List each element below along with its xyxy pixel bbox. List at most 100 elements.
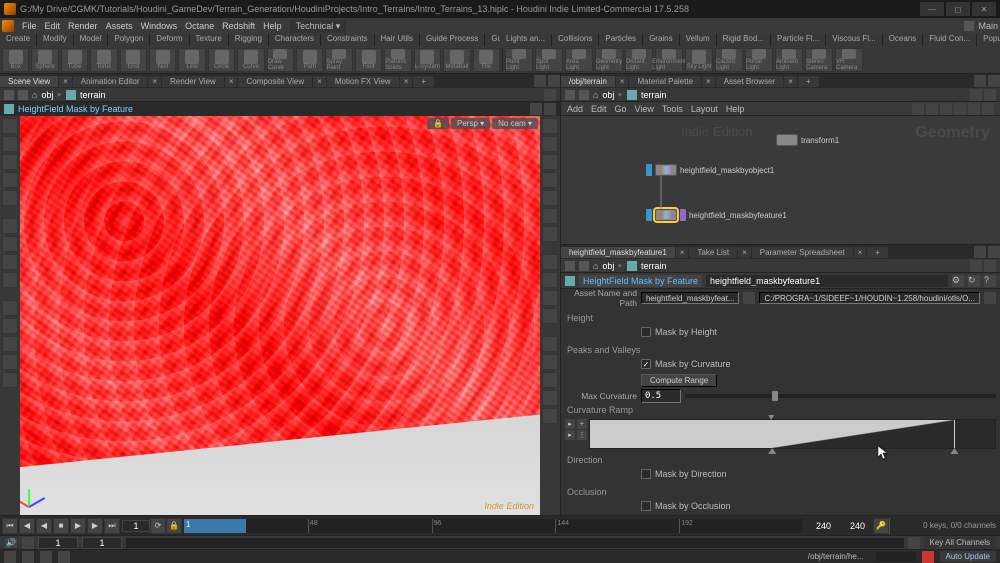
- menu-octane[interactable]: Octane: [185, 21, 214, 31]
- shelf-button[interactable]: Platonic Solids: [384, 48, 411, 72]
- shelf-tab[interactable]: Modify: [37, 34, 74, 46]
- fwd-icon[interactable]: [18, 90, 28, 100]
- prim-num-tool[interactable]: [542, 290, 558, 306]
- snap-multi-tool[interactable]: [2, 272, 18, 288]
- shelf-tab[interactable]: Model: [74, 34, 109, 46]
- net-menu-add[interactable]: Add: [567, 104, 583, 114]
- tab-network-path[interactable]: /obj/terrain: [561, 76, 615, 87]
- ramp-add-icon[interactable]: +: [577, 419, 587, 429]
- net-menu-tools[interactable]: Tools: [662, 104, 683, 114]
- net-find-icon[interactable]: [970, 89, 982, 101]
- shelf-button[interactable]: Caustic Light: [715, 48, 743, 72]
- range-start[interactable]: [38, 537, 78, 549]
- vp-corner-icon[interactable]: [530, 103, 542, 115]
- pane-max-icon[interactable]: [548, 75, 560, 87]
- vp-persp-dropdown[interactable]: Persp ▾: [451, 118, 490, 129]
- ramp-canvas[interactable]: [589, 419, 996, 449]
- mask-by-height-checkbox[interactable]: [641, 327, 651, 337]
- viewport-3d[interactable]: 🔒 Persp ▾ No cam ▾ Indie Edition: [20, 116, 540, 515]
- shelf-tab[interactable]: Constraints: [321, 34, 374, 46]
- timeline-track[interactable]: 1 48 96 144 192: [184, 519, 803, 533]
- display-opt2-tool[interactable]: [542, 408, 558, 424]
- menu-assets[interactable]: Assets: [106, 21, 133, 31]
- node-maskbyobject[interactable]: heightfield_maskbyobject1: [646, 164, 774, 176]
- play-backward-button[interactable]: ◀: [36, 518, 52, 534]
- shelf-tab[interactable]: Collisions: [552, 34, 599, 46]
- params-pin-icon[interactable]: [984, 260, 996, 272]
- menu-windows[interactable]: Windows: [141, 21, 178, 31]
- maximize-button[interactable]: ◻: [946, 2, 970, 16]
- shelf-tab[interactable]: Create: [0, 34, 37, 46]
- display-flag[interactable]: [646, 164, 652, 176]
- net-tool-5[interactable]: [968, 103, 980, 115]
- menu-file[interactable]: File: [22, 21, 37, 31]
- tab-animation-editor[interactable]: Animation Editor: [73, 76, 148, 87]
- pose-tool[interactable]: [2, 190, 18, 206]
- key-button[interactable]: 🔑: [873, 518, 889, 534]
- tab-material-palette[interactable]: Material Palette: [629, 76, 701, 87]
- net-tool-3[interactable]: [940, 103, 952, 115]
- tab-param-spreadsheet[interactable]: Parameter Spreadsheet: [752, 247, 853, 258]
- net-tool-4[interactable]: [954, 103, 966, 115]
- shelf-tab[interactable]: Texture: [190, 34, 229, 46]
- shelf-button[interactable]: Sphere: [31, 48, 58, 72]
- shelf-tab[interactable]: Fluid Con...: [923, 34, 977, 46]
- tab-composite-view[interactable]: Composite View: [238, 76, 312, 87]
- start-frame-input[interactable]: [122, 520, 150, 532]
- shelf-button[interactable]: Distant Light: [625, 48, 653, 72]
- net-menu-help[interactable]: Help: [726, 104, 745, 114]
- shelf-button[interactable]: Torus: [90, 48, 117, 72]
- shelf-tab[interactable]: Polygon: [108, 34, 150, 46]
- lighting-tool[interactable]: [542, 154, 558, 170]
- vp-collapse-icon[interactable]: [544, 103, 556, 115]
- menu-render[interactable]: Render: [68, 21, 98, 31]
- auto-update-dropdown[interactable]: Auto Update: [940, 551, 996, 562]
- display-options-tool[interactable]: [542, 118, 558, 134]
- mask-by-occlusion-checkbox[interactable]: [641, 501, 651, 511]
- ramp-opts-icon[interactable]: ⋮: [577, 430, 587, 440]
- shelf-button[interactable]: Environment Light: [655, 48, 683, 72]
- shelf-tab[interactable]: Grains: [643, 34, 680, 46]
- network-canvas[interactable]: Geometry Indie Edition transform1 height…: [561, 116, 1000, 244]
- move-tool[interactable]: [2, 136, 18, 152]
- tab-render-view[interactable]: Render View: [162, 76, 224, 87]
- path-house-icon[interactable]: ⌂: [32, 90, 37, 100]
- shelf-button[interactable]: Area Light: [565, 48, 593, 72]
- shelf-button[interactable]: Curve: [237, 48, 264, 72]
- shelf-button[interactable]: Circle: [208, 48, 235, 72]
- point-display-tool[interactable]: [542, 254, 558, 270]
- add-network-tab[interactable]: +: [798, 76, 819, 87]
- shelf-tab[interactable]: Hair Utils: [375, 34, 420, 46]
- shelf-button[interactable]: Tube: [61, 48, 88, 72]
- shelf-button[interactable]: VR Camera: [835, 48, 863, 72]
- asset-browse-icon[interactable]: [743, 292, 755, 304]
- tab-params[interactable]: heightfield_maskbyfeature1: [561, 247, 675, 258]
- bg-tool[interactable]: [542, 336, 558, 352]
- back-icon[interactable]: [4, 90, 14, 100]
- shelf-tab[interactable]: Viscous Fl...: [826, 34, 882, 46]
- tab-motionfx-view[interactable]: Motion FX View: [327, 76, 399, 87]
- desktop-dropdown[interactable]: Technical ▾: [290, 20, 347, 33]
- shelf-tab[interactable]: Particles: [599, 34, 643, 46]
- net-menu-view[interactable]: View: [635, 104, 654, 114]
- tab-scene-view[interactable]: Scene View: [0, 76, 58, 87]
- last-frame-button[interactable]: ⏭: [104, 518, 120, 534]
- global-anim-icon[interactable]: [22, 537, 34, 549]
- render-region-tool[interactable]: [2, 318, 18, 334]
- prev-frame-button[interactable]: ◀: [19, 518, 35, 534]
- net-path-terrain[interactable]: terrain: [641, 90, 667, 100]
- net-fwd-icon[interactable]: [579, 90, 589, 100]
- shelf-tab[interactable]: Guide Brushes: [485, 34, 500, 46]
- params-house-icon[interactable]: ⌂: [593, 261, 598, 271]
- close-button[interactable]: ✕: [972, 2, 996, 16]
- net-back-icon[interactable]: [565, 90, 575, 100]
- mask-by-direction-checkbox[interactable]: [641, 469, 651, 479]
- node-maskbyfeature[interactable]: heightfield_maskbyfeature1: [646, 209, 787, 221]
- scope-icon[interactable]: [908, 537, 920, 549]
- max-curvature-slider[interactable]: [685, 394, 996, 398]
- net-tool-6[interactable]: [982, 103, 994, 115]
- safe-area-tool[interactable]: [542, 390, 558, 406]
- render-flag[interactable]: [680, 209, 686, 221]
- rotate-tool[interactable]: [2, 154, 18, 170]
- shelf-tab[interactable]: Lights an...: [500, 34, 552, 46]
